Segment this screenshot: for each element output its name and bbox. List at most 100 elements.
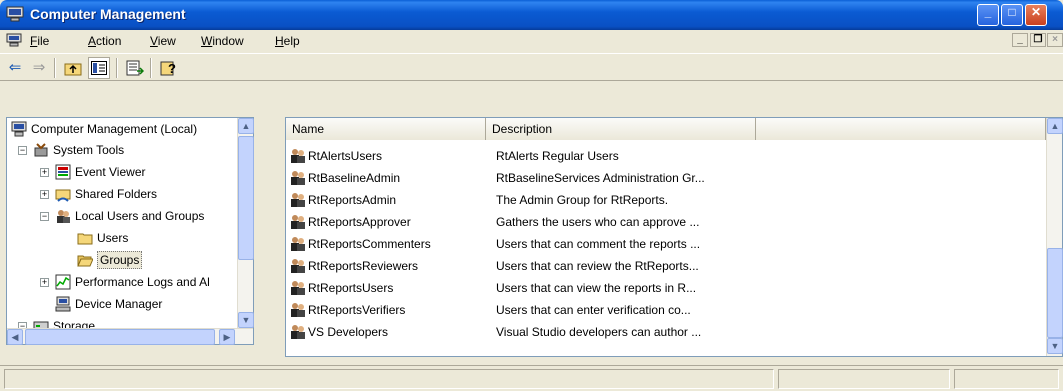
menu-help-label: elp bbox=[283, 34, 300, 48]
toolbar-separator bbox=[54, 58, 56, 78]
list-row[interactable]: RtReportsVerifiers Users that can enter v… bbox=[286, 299, 1046, 321]
collapse-toggle[interactable]: − bbox=[18, 146, 27, 155]
toolbar: ⇐ ⇒ ? bbox=[0, 53, 1063, 81]
group-icon bbox=[291, 149, 305, 163]
up-one-level-button[interactable] bbox=[62, 57, 84, 79]
tree-item-label: Local Users and Groups bbox=[75, 209, 205, 223]
show-hide-tree-button[interactable] bbox=[88, 57, 110, 79]
console-tree[interactable]: Computer Management (Local) − System Too… bbox=[6, 117, 254, 345]
list-row[interactable]: VS Developers Visual Studio developers ca… bbox=[286, 321, 1046, 343]
minimize-button[interactable]: _ bbox=[977, 4, 999, 26]
scroll-down-button[interactable]: ▼ bbox=[238, 312, 254, 328]
menu-view[interactable]: View bbox=[150, 34, 176, 48]
group-name: RtReportsReviewers bbox=[308, 259, 419, 273]
list-vertical-scrollbar[interactable]: ▲ ▼ bbox=[1046, 118, 1063, 356]
collapse-toggle[interactable]: − bbox=[40, 212, 49, 221]
status-panel-2 bbox=[778, 369, 950, 389]
menu-help[interactable]: Help bbox=[275, 34, 300, 48]
tree-item-label: Shared Folders bbox=[75, 187, 158, 201]
list-row[interactable]: RtReportsApprover Gathers the users who c… bbox=[286, 211, 1046, 233]
groups-list-view[interactable]: Name Description RtAlertsUsers RtAlerts R… bbox=[285, 117, 1063, 357]
menu-view-label: iew bbox=[157, 34, 176, 48]
scroll-thumb[interactable] bbox=[25, 329, 215, 345]
group-icon bbox=[291, 215, 305, 229]
scroll-right-button[interactable]: ▶ bbox=[219, 329, 235, 345]
scroll-up-button[interactable]: ▲ bbox=[238, 118, 254, 134]
scroll-up-button[interactable]: ▲ bbox=[1047, 118, 1063, 134]
scroll-thumb[interactable] bbox=[238, 136, 254, 260]
maximize-button[interactable]: □ bbox=[1001, 4, 1023, 26]
group-name: RtReportsApprover bbox=[308, 215, 411, 229]
close-icon: × bbox=[1052, 34, 1058, 45]
column-header-description[interactable]: Description bbox=[486, 118, 756, 140]
list-row[interactable]: RtReportsCommenters Users that can commen… bbox=[286, 233, 1046, 255]
help-icon: ? bbox=[160, 61, 176, 76]
menu-action-label: ction bbox=[96, 34, 122, 48]
column-header-empty bbox=[756, 118, 1046, 140]
shared-folder-icon bbox=[55, 189, 71, 202]
tree-item-label: Computer Management (Local) bbox=[31, 122, 198, 136]
list-row[interactable]: RtReportsReviewers Users that can review … bbox=[286, 255, 1046, 277]
svg-text:?: ? bbox=[168, 61, 176, 76]
expand-toggle[interactable]: + bbox=[40, 168, 49, 177]
list-row[interactable]: RtReportsUsers Users that can view the re… bbox=[286, 277, 1046, 299]
menu-window-accel: W bbox=[201, 34, 213, 48]
menu-action[interactable]: Action bbox=[88, 34, 121, 48]
list-row[interactable]: RtBaselineAdmin RtBaselineServices Admini… bbox=[286, 167, 1046, 189]
toolbar-separator bbox=[116, 58, 118, 78]
up-folder-icon bbox=[64, 63, 82, 76]
group-name: RtReportsCommenters bbox=[308, 237, 431, 251]
scroll-down-button[interactable]: ▼ bbox=[1047, 338, 1063, 354]
scroll-left-button[interactable]: ◀ bbox=[7, 329, 23, 345]
export-list-button[interactable] bbox=[124, 57, 146, 79]
forward-button[interactable]: ⇒ bbox=[28, 57, 50, 79]
group-name: RtReportsAdmin bbox=[308, 193, 397, 207]
tree-horizontal-scrollbar[interactable]: ◀ ▶ bbox=[7, 328, 253, 345]
column-header-label: Description bbox=[492, 122, 553, 136]
storage-icon bbox=[33, 321, 49, 328]
status-panel-main bbox=[4, 369, 774, 389]
performance-icon bbox=[55, 274, 71, 290]
device-manager-icon bbox=[55, 296, 71, 312]
menu-view-accel: V bbox=[150, 34, 158, 48]
chevron-up-icon: ▲ bbox=[241, 121, 251, 131]
mdi-restore-button[interactable]: ❐ bbox=[1030, 33, 1046, 47]
computer-icon[interactable] bbox=[6, 33, 22, 47]
help-button[interactable]: ? bbox=[158, 57, 180, 79]
expand-toggle[interactable]: + bbox=[40, 278, 49, 287]
group-name: VS Developers bbox=[308, 325, 389, 339]
expand-toggle[interactable]: + bbox=[40, 190, 49, 199]
menu-window[interactable]: Window bbox=[201, 34, 244, 48]
chevron-left-icon: ◀ bbox=[11, 332, 19, 342]
forward-arrow-icon: ⇒ bbox=[32, 59, 46, 76]
mdi-minimize-button[interactable]: _ bbox=[1012, 33, 1028, 47]
column-header-name[interactable]: Name bbox=[286, 118, 486, 140]
chevron-down-icon: ▼ bbox=[241, 315, 251, 325]
scroll-thumb[interactable] bbox=[1047, 248, 1063, 338]
menu-bar: File Action View Window Help _ ❐ × bbox=[0, 30, 1063, 52]
group-icon bbox=[291, 325, 305, 339]
close-button[interactable]: ✕ bbox=[1025, 4, 1047, 26]
group-name: RtAlertsUsers bbox=[308, 149, 383, 163]
tree-item-label: Storage bbox=[53, 319, 96, 328]
users-groups-icon bbox=[57, 210, 70, 223]
menu-window-label: indow bbox=[212, 34, 244, 48]
tree-content: Computer Management (Local) − System Too… bbox=[7, 118, 237, 328]
group-description: Gathers the users who can approve ... bbox=[496, 215, 700, 229]
back-button[interactable]: ⇐ bbox=[4, 57, 26, 79]
minimize-icon: _ bbox=[1017, 34, 1023, 45]
tree-item-label: Groups bbox=[97, 251, 143, 269]
show-hide-tree-icon bbox=[91, 61, 107, 75]
toolbar-separator bbox=[150, 58, 152, 78]
menu-action-accel: A bbox=[88, 34, 97, 48]
group-description: RtAlerts Regular Users bbox=[496, 149, 619, 163]
mdi-close-button[interactable]: × bbox=[1047, 33, 1063, 47]
maximize-icon: □ bbox=[1008, 5, 1016, 19]
chevron-up-icon: ▲ bbox=[1050, 121, 1060, 131]
menu-help-accel: H bbox=[275, 34, 284, 48]
list-row[interactable]: RtReportsAdmin The Admin Group for RtRepo… bbox=[286, 189, 1046, 211]
menu-file[interactable]: File bbox=[30, 34, 49, 48]
list-row[interactable]: RtAlertsUsers RtAlerts Regular Users bbox=[286, 145, 1046, 167]
title-bar[interactable]: Computer Management _ □ ✕ bbox=[0, 0, 1063, 30]
tree-vertical-scrollbar[interactable]: ▲ ▼ bbox=[237, 118, 254, 328]
